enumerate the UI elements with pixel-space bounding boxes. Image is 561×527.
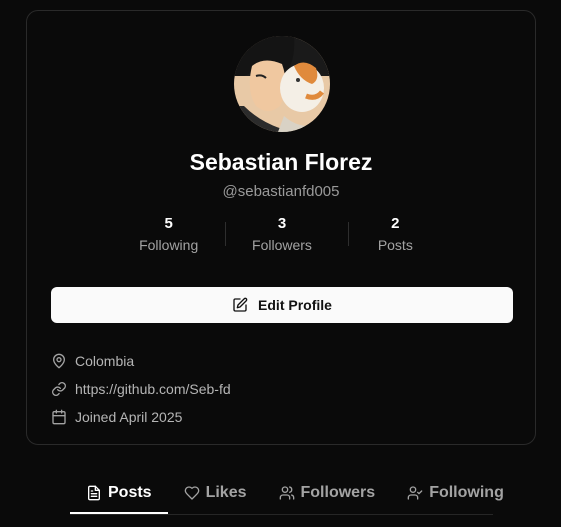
edit-profile-button[interactable]: Edit Profile xyxy=(51,287,513,323)
stat-value: 3 xyxy=(277,215,287,232)
tab-followers[interactable]: Followers xyxy=(263,474,392,512)
profile-info: Colombia https://github.com/Seb-fd Joine… xyxy=(51,347,231,431)
pencil-square-icon xyxy=(233,297,248,312)
stat-following[interactable]: 5 Following xyxy=(112,215,225,259)
info-website[interactable]: https://github.com/Seb-fd xyxy=(51,375,231,403)
edit-profile-label: Edit Profile xyxy=(258,297,332,313)
tab-label: Following xyxy=(429,484,504,501)
avatar-illustration xyxy=(234,36,330,132)
location-text: Colombia xyxy=(75,353,135,369)
tab-label: Posts xyxy=(108,484,152,501)
stat-label: Following xyxy=(139,237,199,253)
stat-label: Posts xyxy=(377,237,413,253)
tab-label: Likes xyxy=(205,484,247,501)
map-pin-icon xyxy=(51,353,67,369)
user-check-icon xyxy=(407,486,423,500)
info-location: Colombia xyxy=(51,347,231,375)
heart-icon xyxy=(184,486,199,500)
profile-stats: 5 Following 3 Followers 2 Posts xyxy=(112,215,452,259)
tab-posts[interactable]: Posts xyxy=(70,474,168,514)
website-link[interactable]: https://github.com/Seb-fd xyxy=(75,381,231,397)
joined-text: Joined April 2025 xyxy=(75,409,183,425)
profile-name: Sebastian Florez xyxy=(189,149,373,175)
profile-handle: @sebastianfd005 xyxy=(222,183,340,200)
tab-following[interactable]: Following xyxy=(391,474,520,512)
stat-followers[interactable]: 3 Followers xyxy=(225,215,338,259)
avatar[interactable] xyxy=(234,36,330,132)
stat-value: 5 xyxy=(164,215,173,232)
link-icon xyxy=(51,381,67,397)
calendar-icon xyxy=(51,409,67,425)
tab-likes[interactable]: Likes xyxy=(168,474,263,512)
info-joined: Joined April 2025 xyxy=(51,403,231,431)
profile-tabs: Posts Likes Followers Following xyxy=(70,474,504,515)
profile-card: Sebastian Florez @sebastianfd005 5 Follo… xyxy=(26,10,536,445)
document-icon xyxy=(88,485,100,501)
stat-posts[interactable]: 2 Posts xyxy=(339,215,452,259)
stat-label: Followers xyxy=(252,237,312,253)
tab-label: Followers xyxy=(300,484,376,501)
users-icon xyxy=(279,486,294,500)
stat-value: 2 xyxy=(391,215,400,232)
